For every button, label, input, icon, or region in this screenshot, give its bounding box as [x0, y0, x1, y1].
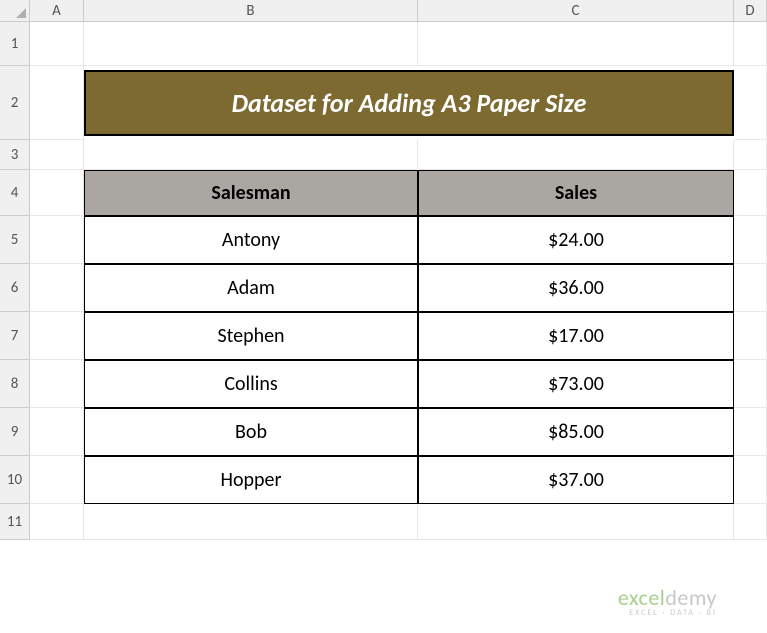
- watermark: exceldemy EXCEL · DATA · BI: [618, 587, 717, 617]
- table-row[interactable]: Antony: [84, 216, 418, 264]
- table-row[interactable]: $36.00: [418, 264, 734, 312]
- cell[interactable]: [734, 312, 767, 360]
- col-header-a[interactable]: A: [30, 0, 84, 22]
- cell[interactable]: [30, 360, 84, 408]
- cell[interactable]: [30, 22, 84, 66]
- table-row[interactable]: $24.00: [418, 216, 734, 264]
- row-header-5[interactable]: 5: [0, 216, 30, 264]
- cell[interactable]: [734, 66, 767, 140]
- row-header-1[interactable]: 1: [0, 22, 30, 66]
- spreadsheet-grid: A B C D 1 2 Dataset for Adding A3 Paper …: [0, 0, 767, 540]
- table-row[interactable]: Stephen: [84, 312, 418, 360]
- cell[interactable]: [84, 140, 418, 170]
- col-header-c[interactable]: C: [418, 0, 734, 22]
- row-header-9[interactable]: 9: [0, 408, 30, 456]
- row-header-3[interactable]: 3: [0, 140, 30, 170]
- row-header-7[interactable]: 7: [0, 312, 30, 360]
- cell[interactable]: [734, 170, 767, 216]
- cell[interactable]: [734, 456, 767, 504]
- cell[interactable]: [30, 504, 84, 540]
- cell[interactable]: [84, 504, 418, 540]
- table-row[interactable]: $85.00: [418, 408, 734, 456]
- cell[interactable]: [30, 264, 84, 312]
- select-all-corner[interactable]: [0, 0, 30, 22]
- row-header-4[interactable]: 4: [0, 170, 30, 216]
- col-header-d[interactable]: D: [734, 0, 767, 22]
- cell[interactable]: [30, 456, 84, 504]
- row-header-11[interactable]: 11: [0, 504, 30, 540]
- table-row[interactable]: $37.00: [418, 456, 734, 504]
- cell[interactable]: [734, 140, 767, 170]
- cell[interactable]: [734, 22, 767, 66]
- table-row[interactable]: Collins: [84, 360, 418, 408]
- cell[interactable]: [84, 22, 418, 66]
- watermark-brand-prefix: excel: [618, 584, 665, 611]
- cell[interactable]: [418, 140, 734, 170]
- cell[interactable]: [418, 504, 734, 540]
- cell[interactable]: [734, 264, 767, 312]
- cell[interactable]: [30, 216, 84, 264]
- cell[interactable]: [30, 312, 84, 360]
- table-row[interactable]: Adam: [84, 264, 418, 312]
- cell[interactable]: [30, 66, 84, 140]
- watermark-brand-suffix: demy: [665, 584, 717, 611]
- col-header-b[interactable]: B: [84, 0, 418, 22]
- row-header-10[interactable]: 10: [0, 456, 30, 504]
- table-row[interactable]: $73.00: [418, 360, 734, 408]
- cell[interactable]: [30, 170, 84, 216]
- cell[interactable]: [734, 216, 767, 264]
- watermark-tagline: EXCEL · DATA · BI: [618, 609, 717, 617]
- cell[interactable]: [734, 360, 767, 408]
- row-header-8[interactable]: 8: [0, 360, 30, 408]
- cell[interactable]: [734, 408, 767, 456]
- table-row[interactable]: $17.00: [418, 312, 734, 360]
- table-row[interactable]: Hopper: [84, 456, 418, 504]
- cell[interactable]: [734, 504, 767, 540]
- dataset-title[interactable]: Dataset for Adding A3 Paper Size: [84, 70, 734, 136]
- cell[interactable]: [30, 408, 84, 456]
- table-header-salesman[interactable]: Salesman: [84, 170, 418, 216]
- table-row[interactable]: Bob: [84, 408, 418, 456]
- row-header-6[interactable]: 6: [0, 264, 30, 312]
- cell[interactable]: [30, 140, 84, 170]
- cell[interactable]: [418, 22, 734, 66]
- row-header-2[interactable]: 2: [0, 66, 30, 140]
- table-header-sales[interactable]: Sales: [418, 170, 734, 216]
